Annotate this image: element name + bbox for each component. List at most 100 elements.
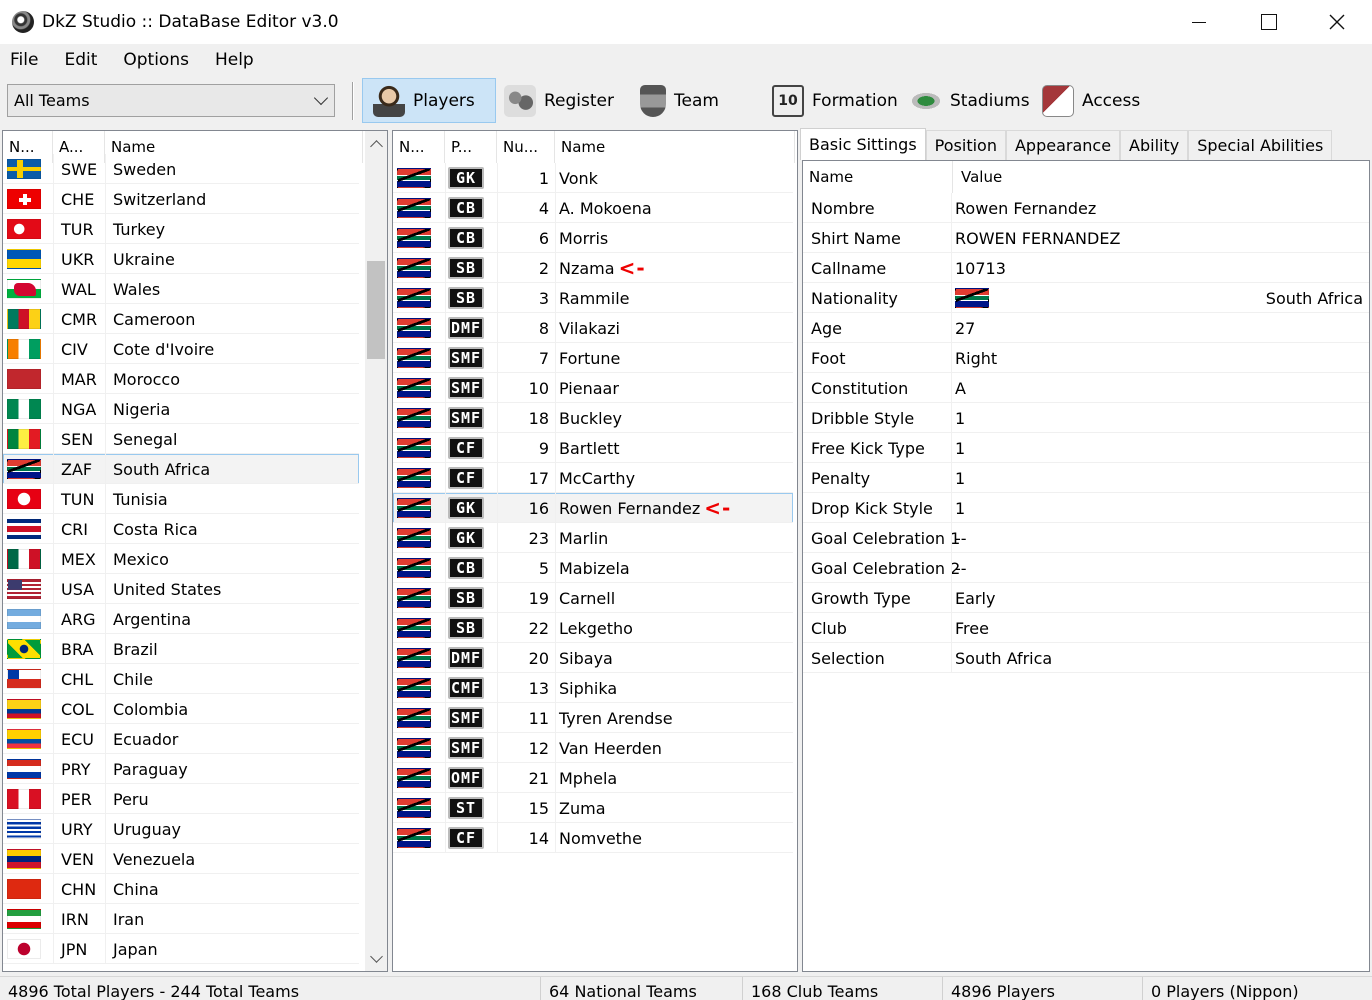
- team-row[interactable]: WAL Wales: [3, 274, 359, 304]
- team-row[interactable]: COL Colombia: [3, 694, 359, 724]
- column-header-field[interactable]: Name: [803, 161, 953, 193]
- team-row[interactable]: CMR Cameroon: [3, 304, 359, 334]
- detail-row[interactable]: Callname 10713: [803, 253, 1369, 283]
- player-row[interactable]: CF 14 Nomvethe: [393, 823, 793, 853]
- scroll-up-arrow-icon[interactable]: [365, 133, 387, 155]
- player-row[interactable]: SB 22 Lekgetho: [393, 613, 793, 643]
- column-header-value[interactable]: Value: [953, 161, 1369, 193]
- team-row[interactable]: BRA Brazil: [3, 634, 359, 664]
- team-row[interactable]: CHE Switzerland: [3, 184, 359, 214]
- detail-row[interactable]: Nationality South Africa: [803, 283, 1369, 313]
- stadiums-button[interactable]: Stadiums: [908, 78, 1032, 123]
- players-button[interactable]: Players: [362, 78, 496, 123]
- player-row[interactable]: DMF 8 Vilakazi: [393, 313, 793, 343]
- scroll-down-arrow-icon[interactable]: [365, 947, 387, 969]
- player-row[interactable]: SMF 11 Tyren Arendse: [393, 703, 793, 733]
- player-row[interactable]: GK 1 Vonk: [393, 163, 793, 193]
- tab-special-abilities[interactable]: Special Abilities: [1188, 130, 1333, 160]
- player-row[interactable]: GK 16 Rowen Fernandez <-: [393, 493, 793, 523]
- menu-options[interactable]: Options: [123, 50, 189, 70]
- flag-icon: [7, 609, 41, 629]
- close-button[interactable]: [1302, 0, 1372, 44]
- detail-row[interactable]: Selection South Africa: [803, 643, 1369, 673]
- player-row[interactable]: ST 15 Zuma: [393, 793, 793, 823]
- team-row[interactable]: CIV Cote d'Ivoire: [3, 334, 359, 364]
- team-row[interactable]: URY Uruguay: [3, 814, 359, 844]
- player-row[interactable]: GK 23 Marlin: [393, 523, 793, 553]
- player-row[interactable]: CB 4 A. Mokoena: [393, 193, 793, 223]
- team-row[interactable]: CHN China: [3, 874, 359, 904]
- detail-row[interactable]: Club Free: [803, 613, 1369, 643]
- detail-row[interactable]: Drop Kick Style 1: [803, 493, 1369, 523]
- team-row[interactable]: ARG Argentina: [3, 604, 359, 634]
- column-header-nation[interactable]: N...: [393, 131, 445, 163]
- player-row[interactable]: SMF 18 Buckley: [393, 403, 793, 433]
- team-row[interactable]: PRY Paraguay: [3, 754, 359, 784]
- tab-basic-sittings[interactable]: Basic Sittings: [800, 128, 926, 160]
- player-row[interactable]: CMF 13 Siphika: [393, 673, 793, 703]
- teams-scrollbar[interactable]: [365, 131, 387, 971]
- player-row[interactable]: CF 17 McCarthy: [393, 463, 793, 493]
- player-row[interactable]: SMF 12 Van Heerden: [393, 733, 793, 763]
- player-row[interactable]: SB 2 Nzama <-: [393, 253, 793, 283]
- column-header-player-name[interactable]: Name: [555, 131, 795, 163]
- register-button[interactable]: Register: [502, 78, 632, 123]
- detail-row[interactable]: Goal Celebration 1 --: [803, 523, 1369, 553]
- team-row[interactable]: MEX Mexico: [3, 544, 359, 574]
- tab-appearance[interactable]: Appearance: [1005, 130, 1121, 160]
- player-row[interactable]: DMF 20 Sibaya: [393, 643, 793, 673]
- player-row[interactable]: OMF 21 Mphela: [393, 763, 793, 793]
- team-row[interactable]: IRN Iran: [3, 904, 359, 934]
- team-row[interactable]: CRI Costa Rica: [3, 514, 359, 544]
- detail-row[interactable]: Free Kick Type 1: [803, 433, 1369, 463]
- tab-position[interactable]: Position: [925, 130, 1006, 160]
- player-row[interactable]: CB 5 Mabizela: [393, 553, 793, 583]
- formation-button[interactable]: 10 Formation: [772, 78, 904, 123]
- tab-ability[interactable]: Ability: [1120, 130, 1189, 160]
- team-row[interactable]: NGA Nigeria: [3, 394, 359, 424]
- detail-row[interactable]: Dribble Style 1: [803, 403, 1369, 433]
- column-header-number[interactable]: Nu...: [497, 131, 555, 163]
- player-row[interactable]: SMF 7 Fortune: [393, 343, 793, 373]
- team-row[interactable]: JPN Japan: [3, 934, 359, 964]
- players-list[interactable]: N... P... Nu... Name GK 1 Vonk CB 4 A. Mokoen…: [392, 130, 798, 972]
- access-button[interactable]: Access: [1040, 78, 1150, 123]
- scroll-thumb[interactable]: [367, 261, 385, 359]
- column-header-position[interactable]: P...: [445, 131, 497, 163]
- team-row[interactable]: TUR Turkey: [3, 214, 359, 244]
- maximize-button[interactable]: [1234, 0, 1304, 44]
- team-row[interactable]: MAR Morocco: [3, 364, 359, 394]
- player-row[interactable]: SB 3 Rammile: [393, 283, 793, 313]
- player-row[interactable]: SMF 10 Pienaar: [393, 373, 793, 403]
- detail-row[interactable]: Shirt Name ROWEN FERNANDEZ: [803, 223, 1369, 253]
- team-filter-dropdown[interactable]: All Teams: [7, 84, 335, 117]
- team-row[interactable]: CHL Chile: [3, 664, 359, 694]
- teams-list[interactable]: N... A... Name SWE Sweden CHE Switzerland TU…: [2, 130, 388, 972]
- team-row[interactable]: TUN Tunisia: [3, 484, 359, 514]
- detail-row[interactable]: Growth Type Early: [803, 583, 1369, 613]
- menu-edit[interactable]: Edit: [64, 50, 97, 70]
- menu-file[interactable]: File: [10, 50, 38, 70]
- team-row[interactable]: ZAF South Africa: [3, 454, 359, 484]
- detail-row[interactable]: Age 27: [803, 313, 1369, 343]
- detail-row[interactable]: Penalty 1: [803, 463, 1369, 493]
- detail-row[interactable]: Constitution A: [803, 373, 1369, 403]
- player-row[interactable]: CB 6 Morris: [393, 223, 793, 253]
- team-row[interactable]: USA United States: [3, 574, 359, 604]
- player-name: Vilakazi: [559, 318, 620, 338]
- player-row[interactable]: CF 9 Bartlett: [393, 433, 793, 463]
- detail-row[interactable]: Foot Right: [803, 343, 1369, 373]
- player-row[interactable]: SB 19 Carnell: [393, 583, 793, 613]
- team-row[interactable]: UKR Ukraine: [3, 244, 359, 274]
- menu-help[interactable]: Help: [215, 50, 254, 70]
- team-row[interactable]: VEN Venezuela: [3, 844, 359, 874]
- detail-row[interactable]: Goal Celebration 2 --: [803, 553, 1369, 583]
- team-row[interactable]: PER Peru: [3, 784, 359, 814]
- team-button[interactable]: Team: [638, 78, 764, 123]
- detail-row[interactable]: Nombre Rowen Fernandez: [803, 193, 1369, 223]
- team-row[interactable]: SWE Sweden: [3, 154, 359, 184]
- team-row[interactable]: ECU Ecuador: [3, 724, 359, 754]
- minimize-button[interactable]: [1164, 0, 1234, 44]
- player-details[interactable]: Name Value Nombre Rowen Fernandez Shirt Na…: [802, 160, 1370, 972]
- team-row[interactable]: SEN Senegal: [3, 424, 359, 454]
